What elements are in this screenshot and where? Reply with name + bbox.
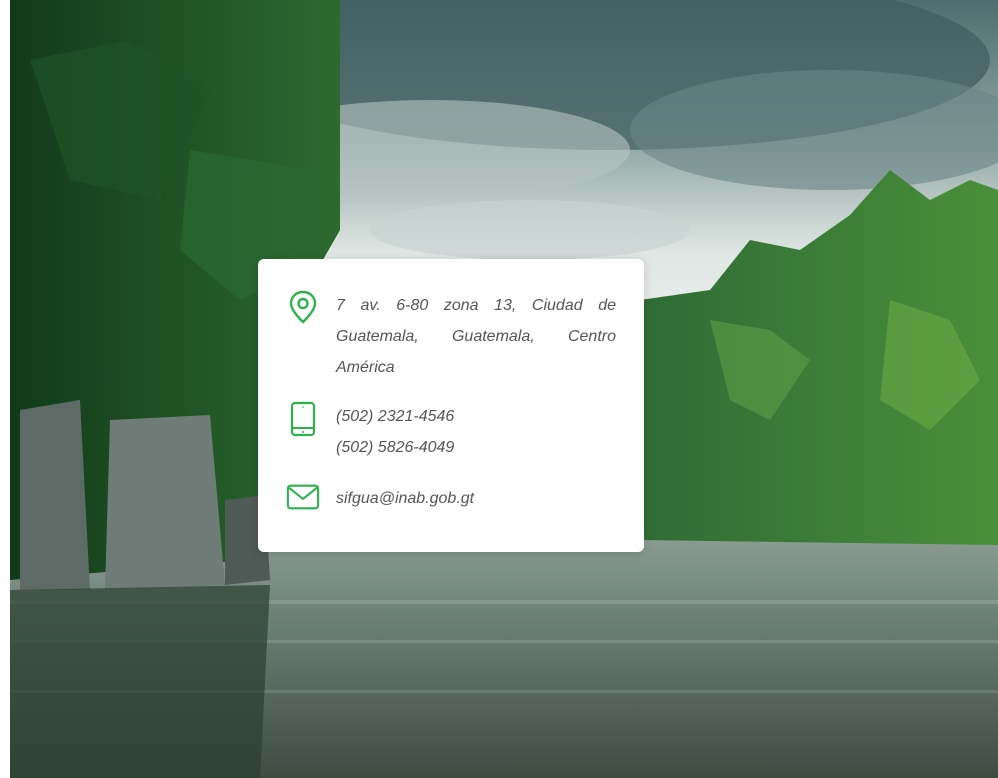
contact-card: 7 av. 6-80 zona 13, Ciudad de Guatemala,… (258, 259, 644, 552)
email-row: sifgua@inab.gob.gt (286, 483, 616, 517)
mobile-phone-icon (286, 401, 320, 437)
address-text: 7 av. 6-80 zona 13, Ciudad de Guatemala,… (336, 297, 616, 376)
email-link[interactable]: sifgua@inab.gob.gt (336, 483, 474, 514)
map-pin-icon (286, 290, 320, 324)
phone-number[interactable]: (502) 5826-4049 (336, 432, 454, 463)
address-row: 7 av. 6-80 zona 13, Ciudad de Guatemala,… (286, 290, 616, 383)
envelope-icon (286, 483, 320, 517)
phone-numbers: (502) 2321-4546 (502) 5826-4049 (336, 401, 454, 463)
phone-row: (502) 2321-4546 (502) 5826-4049 (286, 401, 616, 463)
phone-number[interactable]: (502) 2321-4546 (336, 401, 454, 432)
